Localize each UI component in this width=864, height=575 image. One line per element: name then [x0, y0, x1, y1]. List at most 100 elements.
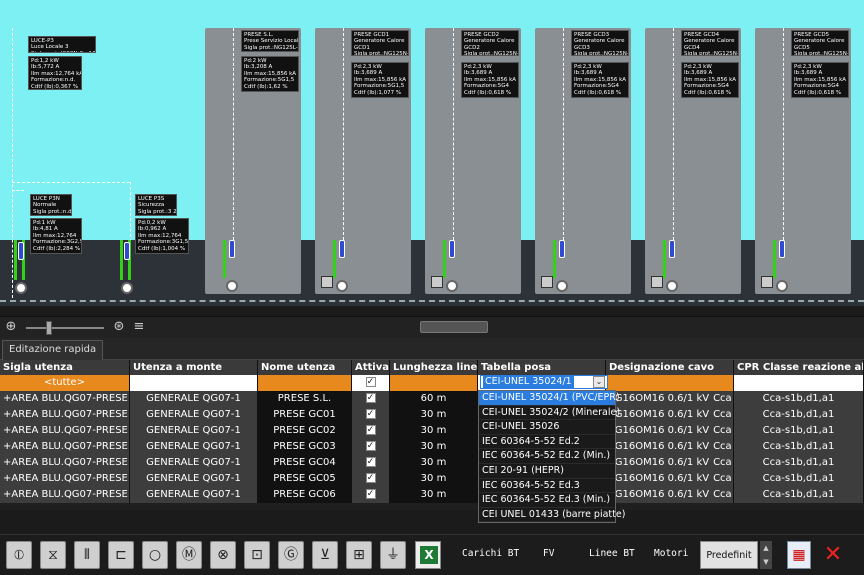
cell-attiva[interactable]: ✓ [352, 471, 390, 487]
capacitor-icon[interactable]: ⫴ [74, 541, 100, 569]
schematic-canvas[interactable]: LUCE-P3 Luce Locale 3 Sigla prot.:IC60N-… [0, 0, 864, 306]
cell-designazione[interactable]: FG16OM16 0.6/1 kVCca⌄ [606, 423, 734, 439]
zoom-fit-icon[interactable]: ⊕ [4, 320, 18, 334]
cell-monte[interactable]: GENERALE QG07-1 [130, 455, 258, 471]
column-header[interactable]: Attiva [352, 360, 390, 376]
calendar-icon[interactable]: ▦ [787, 541, 811, 569]
cell-sigla[interactable]: +AREA BLU.QG07-PRESE GC06 [0, 487, 130, 503]
cell-sigla[interactable]: +AREA BLU.QG07-PRESE S.L. [0, 391, 130, 407]
filter-sigla[interactable]: <tutte> [0, 375, 130, 391]
cell-attiva[interactable]: ✓ [352, 407, 390, 423]
cell-sigla[interactable]: +AREA BLU.QG07-PRESE GC03 [0, 439, 130, 455]
load-label-luce-p3s[interactable]: LUCE P3S Sicurezza Sigla prot.:3 20 [135, 194, 177, 216]
cell-monte[interactable]: GENERALE QG07-1 [130, 391, 258, 407]
dropdown-option[interactable]: IEC 60364-5-52 Ed.3 [479, 479, 615, 494]
cell-monte[interactable]: GENERALE QG07-1 [130, 471, 258, 487]
table-row[interactable]: +AREA BLU.QG07-PRESE GC02GENERALE QG07-1… [0, 423, 864, 439]
feeder-panel-gcd5[interactable]: PRESE GCD5 Generatore Calore GCD5 Sigla … [755, 28, 851, 294]
attiva-checkbox[interactable]: ✓ [365, 441, 376, 451]
column-header[interactable]: Lunghezza linea [390, 360, 478, 376]
cell-sigla[interactable]: +AREA BLU.QG07-PRESE GC04 [0, 455, 130, 471]
column-header[interactable]: Tabella posa [478, 360, 606, 376]
dropdown-option[interactable]: CEI-UNEL 35026 [479, 420, 615, 435]
zoom-slider-handle[interactable] [46, 321, 52, 335]
column-header[interactable]: CPR Classe reazione al fuoco [734, 360, 864, 376]
motor-m-icon[interactable]: Ⓜ [176, 541, 202, 569]
cell-cpr[interactable]: Cca-s1b,d1,a1 [734, 439, 864, 455]
chevron-down-icon[interactable]: ⌄ [593, 376, 605, 388]
load-label-luce-p3[interactable]: LUCE-P3 Luce Locale 3 Sigla prot.:IC60N-… [28, 36, 96, 53]
filter-designazione[interactable] [606, 375, 734, 391]
table-row[interactable]: +AREA BLU.QG07-PRESE S.L.GENERALE QG07-1… [0, 391, 864, 407]
column-header[interactable]: Designazione cavo [606, 360, 734, 376]
feeder-panel-gcd3[interactable]: PRESE GCD3 Generatore Calore GCD3 Sigla … [535, 28, 631, 294]
column-header[interactable]: Sigla utenza [0, 360, 130, 376]
cell-designazione[interactable]: FG16OM16 0.6/1 kVCca⌄ [606, 407, 734, 423]
cell-attiva[interactable]: ✓ [352, 487, 390, 503]
cell-nome[interactable]: PRESE GC06 [258, 487, 352, 503]
ground-icon[interactable]: ⏚ [380, 541, 406, 569]
cell-monte[interactable]: GENERALE QG07-1 [130, 439, 258, 455]
cell-cpr[interactable]: Cca-s1b,d1,a1 [734, 455, 864, 471]
lamp-x-icon[interactable]: ⊗ [210, 541, 236, 569]
cell-nome[interactable]: PRESE GC02 [258, 423, 352, 439]
table-row[interactable]: +AREA BLU.QG07-PRESE GC04GENERALE QG07-1… [0, 455, 864, 471]
feeder-panel-gcd4[interactable]: PRESE GCD4 Generatore Calore GCD4 Sigla … [645, 28, 741, 294]
cell-attiva[interactable]: ✓ [352, 455, 390, 471]
cell-cpr[interactable]: Cca-s1b,d1,a1 [734, 487, 864, 503]
attiva-checkbox[interactable]: ✓ [365, 473, 376, 483]
filter-nome[interactable] [258, 375, 352, 391]
tab-editazione-rapida[interactable]: Editazione rapida [2, 340, 104, 360]
generator-icon[interactable]: ⧖ [40, 541, 66, 569]
cell-designazione[interactable]: FG16OM16 0.6/1 kVCca⌄ [606, 439, 734, 455]
dropdown-option[interactable]: IEC 60364-5-52 Ed.3 (Min.) [479, 493, 615, 508]
dropdown-option[interactable]: IEC 60364-5-52 Ed.2 [479, 435, 615, 450]
cell-cpr[interactable]: Cca-s1b,d1,a1 [734, 407, 864, 423]
cell-nome[interactable]: PRESE GC05 [258, 471, 352, 487]
cell-nome[interactable]: PRESE GC01 [258, 407, 352, 423]
cell-nome[interactable]: PRESE S.L. [258, 391, 352, 407]
attiva-checkbox[interactable]: ✓ [365, 489, 376, 499]
feeder-panel-prese-sl[interactable]: PRESE S.L. Prese Servizio Locale Sigla p… [205, 28, 301, 294]
linee-bt-button[interactable]: Linee BT [589, 548, 635, 559]
horizontal-scrollbar[interactable] [420, 321, 488, 333]
close-icon[interactable]: ✕ [822, 541, 844, 569]
filter-monte[interactable] [130, 375, 258, 391]
cell-lunghezza[interactable]: 30 m [390, 487, 478, 503]
load-info-luce-p3[interactable]: Pd:1,2 kW Ib:5,772 A Ilm max:12,764 kA F… [28, 56, 82, 90]
cell-designazione[interactable]: FG16OM16 0.6/1 kVCca⌄ [606, 391, 734, 407]
zoom-in-icon[interactable]: ⊛ [112, 320, 126, 334]
cell-designazione[interactable]: FG16OM16 0.6/1 kVCca⌄ [606, 471, 734, 487]
load-info-luce-p3s[interactable]: Pd:0,2 kW Ib:0,962 A Ilm max:12,764 Form… [135, 218, 189, 254]
grid-toggle-icon[interactable]: ≡ [132, 320, 146, 334]
load-terminal-icon[interactable] [15, 282, 27, 294]
zoom-slider-track[interactable] [26, 327, 104, 329]
attiva-checkbox[interactable]: ✓ [365, 409, 376, 419]
predefiniti-button[interactable]: Predefinit [700, 541, 758, 569]
cell-lunghezza[interactable]: 30 m [390, 407, 478, 423]
attiva-checkbox[interactable]: ✓ [365, 425, 376, 435]
cell-lunghezza[interactable]: 30 m [390, 423, 478, 439]
cell-nome[interactable]: PRESE GC03 [258, 439, 352, 455]
panel-icon[interactable]: ⊞ [346, 541, 372, 569]
cell-nome[interactable]: PRESE GC04 [258, 455, 352, 471]
filter-lunghezza[interactable] [390, 375, 478, 391]
table-row[interactable]: +AREA BLU.QG07-PRESE GC03GENERALE QG07-1… [0, 439, 864, 455]
filter-cpr[interactable] [734, 375, 864, 391]
column-header[interactable]: Utenza a monte [130, 360, 258, 376]
cell-monte[interactable]: GENERALE QG07-1 [130, 423, 258, 439]
cell-cpr[interactable]: Cca-s1b,d1,a1 [734, 391, 864, 407]
table-row[interactable]: +AREA BLU.QG07-PRESE GC06GENERALE QG07-1… [0, 487, 864, 503]
dropdown-option[interactable]: CEI-UNEL 35024/2 (Minerale) [479, 406, 620, 421]
table-row[interactable]: +AREA BLU.QG07-PRESE GC01GENERALE QG07-1… [0, 407, 864, 423]
feeder-panel-gcd1[interactable]: PRESE GCD1 Generatore Calore GCD1 Sigla … [315, 28, 411, 294]
cell-attiva[interactable]: ✓ [352, 391, 390, 407]
cell-designazione[interactable]: FG16OM16 0.6/1 kVCca⌄ [606, 487, 734, 503]
filter-attiva-checkbox[interactable]: ✓ [365, 377, 376, 387]
motor-circle-icon[interactable]: ○ [142, 541, 168, 569]
dropdown-option[interactable]: CEI-UNEL 35024/1 (PVC/EPR) [479, 391, 620, 406]
column-header[interactable]: Nome utenza [258, 360, 352, 376]
cell-lunghezza[interactable]: 30 m [390, 471, 478, 487]
cell-cpr[interactable]: Cca-s1b,d1,a1 [734, 423, 864, 439]
socket-icon[interactable]: ⊻ [312, 541, 338, 569]
